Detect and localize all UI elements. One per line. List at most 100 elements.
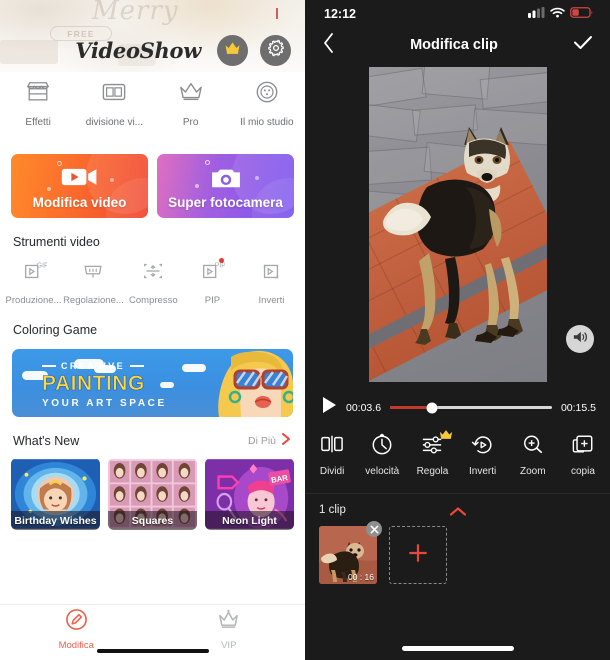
svg-text:GIF: GIF: [36, 262, 46, 269]
crown-icon: [217, 608, 240, 636]
whats-new-header: What's New Di Più: [0, 417, 305, 449]
edit-tool-label: Dividi: [319, 466, 345, 477]
hero-indicator-tick: [276, 8, 278, 19]
quick-action-pro[interactable]: Pro: [153, 80, 229, 128]
card-label: Birthday Wishes: [11, 511, 100, 530]
playback-scrubber-knob[interactable]: [426, 402, 438, 413]
video-preview[interactable]: [368, 67, 547, 382]
volume-button[interactable]: [566, 325, 594, 353]
editor-title: Modifica clip: [410, 37, 498, 53]
banner-line-2: PAINTING: [42, 372, 145, 396]
edit-tool-inverti[interactable]: Inverti: [458, 433, 508, 477]
back-button[interactable]: [322, 32, 335, 59]
edit-tool-label: velocità: [365, 466, 400, 477]
edit-tool-zoom[interactable]: Zoom: [508, 433, 558, 477]
banner-girl-illustration: [218, 350, 293, 417]
battery-low-icon: [570, 7, 593, 21]
edit-tool-dividi[interactable]: Dividi: [307, 433, 357, 477]
editor-nav-bar: Modifica clip: [305, 28, 610, 62]
quick-action-divisione-video[interactable]: divisione vi...: [76, 80, 152, 128]
clip-item[interactable]: 00 : 16: [319, 521, 382, 584]
edit-tool-velocita[interactable]: velocità: [357, 433, 407, 477]
gear-icon: [267, 39, 285, 62]
home-indicator: [401, 646, 514, 651]
home-content: Modifica video Super fotocamera Strument…: [0, 140, 305, 660]
tool-label: Regolazione...: [63, 295, 124, 306]
status-indicators: [528, 7, 593, 21]
vip-crown-button[interactable]: [217, 34, 248, 66]
quick-action-label: Pro: [182, 117, 199, 128]
compress-icon: [140, 259, 166, 288]
remove-clip-button[interactable]: [366, 521, 382, 537]
screenshot-root: Merry FREE VideoShow Effetti divisione v…: [0, 0, 610, 660]
left-phone-home-screen: Merry FREE VideoShow Effetti divisione v…: [0, 0, 305, 660]
right-phone-clip-editor: 12:12 Modifica clip 00:03.6 00:15.5 Divi…: [305, 0, 610, 660]
banner-text-block: CREATIVE PAINTING YOUR ART SPACE: [42, 361, 167, 409]
card-label: Neon Light: [205, 511, 294, 530]
edit-tools-row: Dividi velocità Regola Inverti Zoom copi…: [305, 419, 610, 477]
playback-scrubber[interactable]: [390, 402, 552, 413]
play-button[interactable]: [321, 396, 337, 419]
settings-button[interactable]: [260, 34, 291, 66]
template-card-birthday-wishes[interactable]: Birthday Wishes: [11, 458, 100, 530]
crown-icon: [178, 80, 204, 109]
bottom-tab-bar: Modifica VIP: [0, 604, 305, 660]
pip-icon: PIP: [199, 259, 227, 288]
photo-camera-icon: [157, 165, 294, 191]
quick-action-il-mio-studio[interactable]: Il mio studio: [229, 80, 305, 128]
timeline-header: 1 clip: [305, 494, 610, 516]
studio-icon: [254, 80, 280, 109]
reverse-icon: [471, 433, 495, 460]
clip-duration-label: 00 : 16: [348, 572, 374, 582]
tab-label: Modifica: [58, 640, 94, 651]
tool-compresso[interactable]: Compresso: [124, 259, 183, 306]
confirm-button[interactable]: [573, 34, 593, 56]
quick-action-row: Effetti divisione vi... Pro Il mio studi…: [0, 76, 305, 138]
tool-inverti[interactable]: Inverti: [242, 259, 301, 306]
home-indicator: [96, 649, 209, 653]
edit-tool-regola[interactable]: Regola: [407, 430, 457, 477]
tool-label: Compresso: [129, 295, 178, 306]
whats-new-cards: Birthday Wishes Squares BAR Neon Light: [0, 449, 305, 530]
tool-label: Inverti: [258, 295, 285, 306]
tool-pip[interactable]: PIP PIP: [183, 258, 242, 306]
cellular-signal-icon: [528, 7, 545, 21]
edit-tool-label: Regola: [416, 466, 449, 477]
clip-count-label: 1 clip: [319, 504, 346, 516]
status-bar: 12:12: [305, 0, 610, 28]
collapse-timeline-button[interactable]: [449, 504, 467, 522]
whats-new-title: What's New: [13, 433, 80, 448]
whats-new-more-button[interactable]: Di Più: [248, 432, 292, 449]
edit-tool-label: Zoom: [519, 466, 546, 477]
template-card-squares[interactable]: Squares: [108, 458, 197, 530]
pro-crown-badge: [439, 429, 453, 440]
tab-label: VIP: [221, 640, 237, 651]
speed-icon: [370, 433, 394, 460]
edit-tool-copia[interactable]: copia: [558, 433, 608, 477]
tool-produzione[interactable]: GIF Produzione...: [4, 259, 63, 306]
chevron-right-icon: [280, 432, 292, 449]
status-time: 12:12: [324, 7, 356, 21]
primary-actions: Modifica video Super fotocamera: [0, 140, 305, 218]
modifica-video-button[interactable]: Modifica video: [11, 154, 148, 218]
card-label: Squares: [108, 511, 197, 530]
quick-action-effetti[interactable]: Effetti: [0, 80, 76, 128]
app-logo: VideoShow: [75, 37, 201, 63]
quick-action-label: Il mio studio: [240, 117, 294, 128]
tool-label: PIP: [204, 295, 221, 306]
coloring-game-banner[interactable]: CREATIVE PAINTING YOUR ART SPACE: [12, 349, 293, 417]
reverse-icon: [258, 259, 284, 288]
clip-timeline: 00 : 16: [305, 516, 610, 584]
wifi-icon: [550, 7, 565, 21]
super-fotocamera-button[interactable]: Super fotocamera: [157, 154, 294, 218]
tools-section-title: Strumenti video: [13, 235, 100, 249]
edit-tool-label: copia: [570, 466, 595, 477]
split-screen-icon: [101, 80, 127, 109]
tool-label: Produzione...: [5, 295, 62, 306]
banner-line-1: CREATIVE: [42, 361, 167, 371]
total-time-label: 00:15.5: [560, 401, 596, 414]
quick-action-label: Effetti: [25, 117, 51, 128]
tool-regolazione[interactable]: Regolazione...: [63, 259, 124, 306]
add-clip-button[interactable]: [389, 526, 447, 584]
template-card-neon-light[interactable]: BAR Neon Light: [205, 458, 294, 530]
